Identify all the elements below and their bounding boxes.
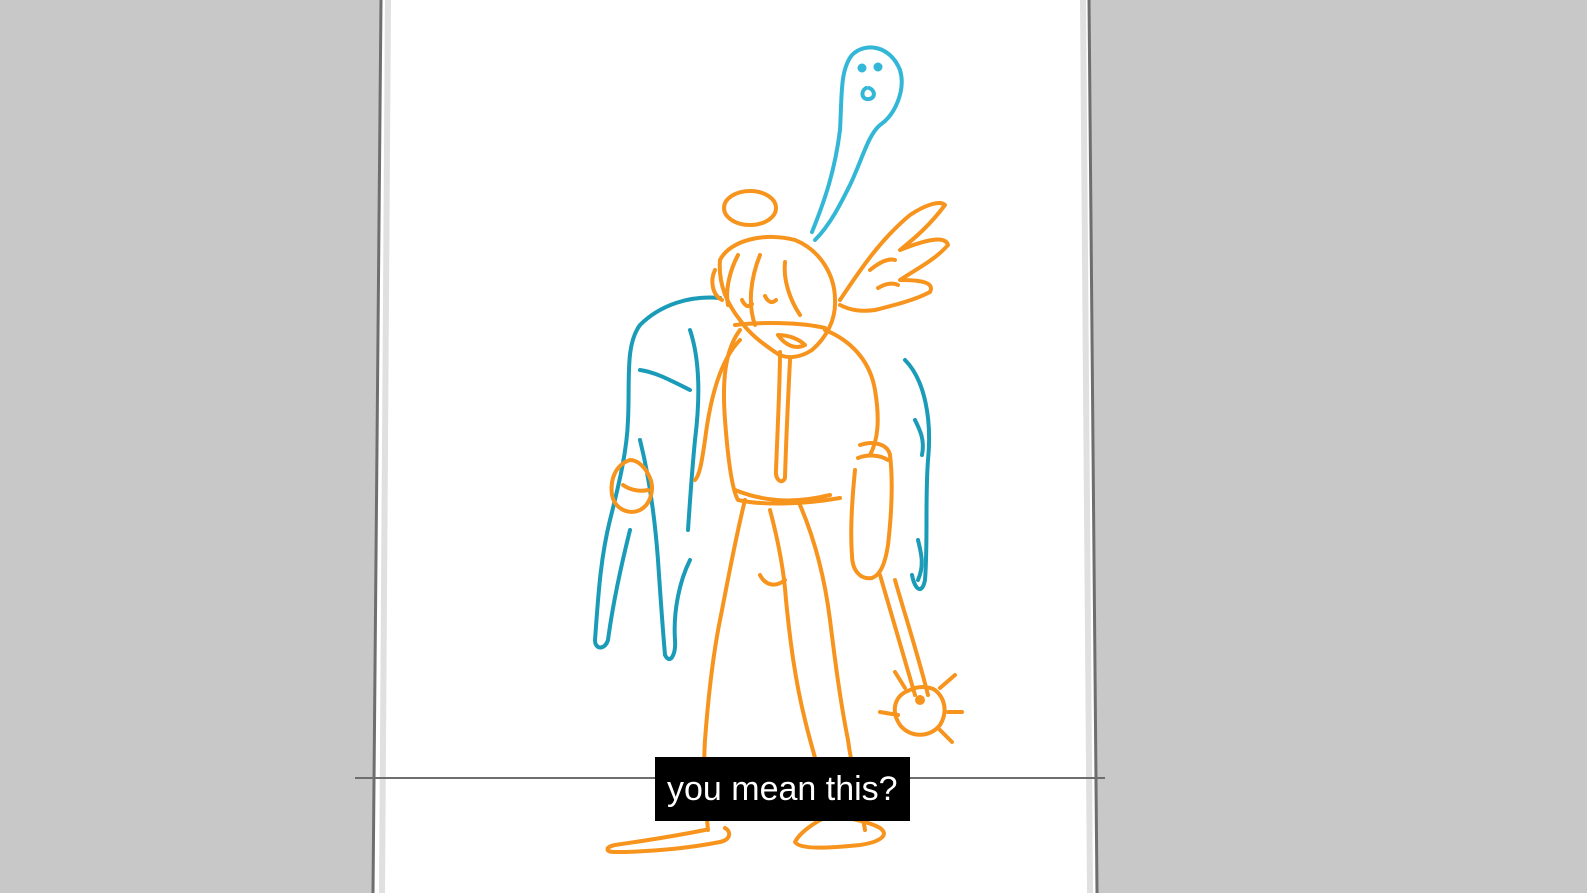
video-frame: you mean this? bbox=[0, 0, 1587, 893]
subtitle-caption: you mean this? bbox=[655, 757, 910, 821]
